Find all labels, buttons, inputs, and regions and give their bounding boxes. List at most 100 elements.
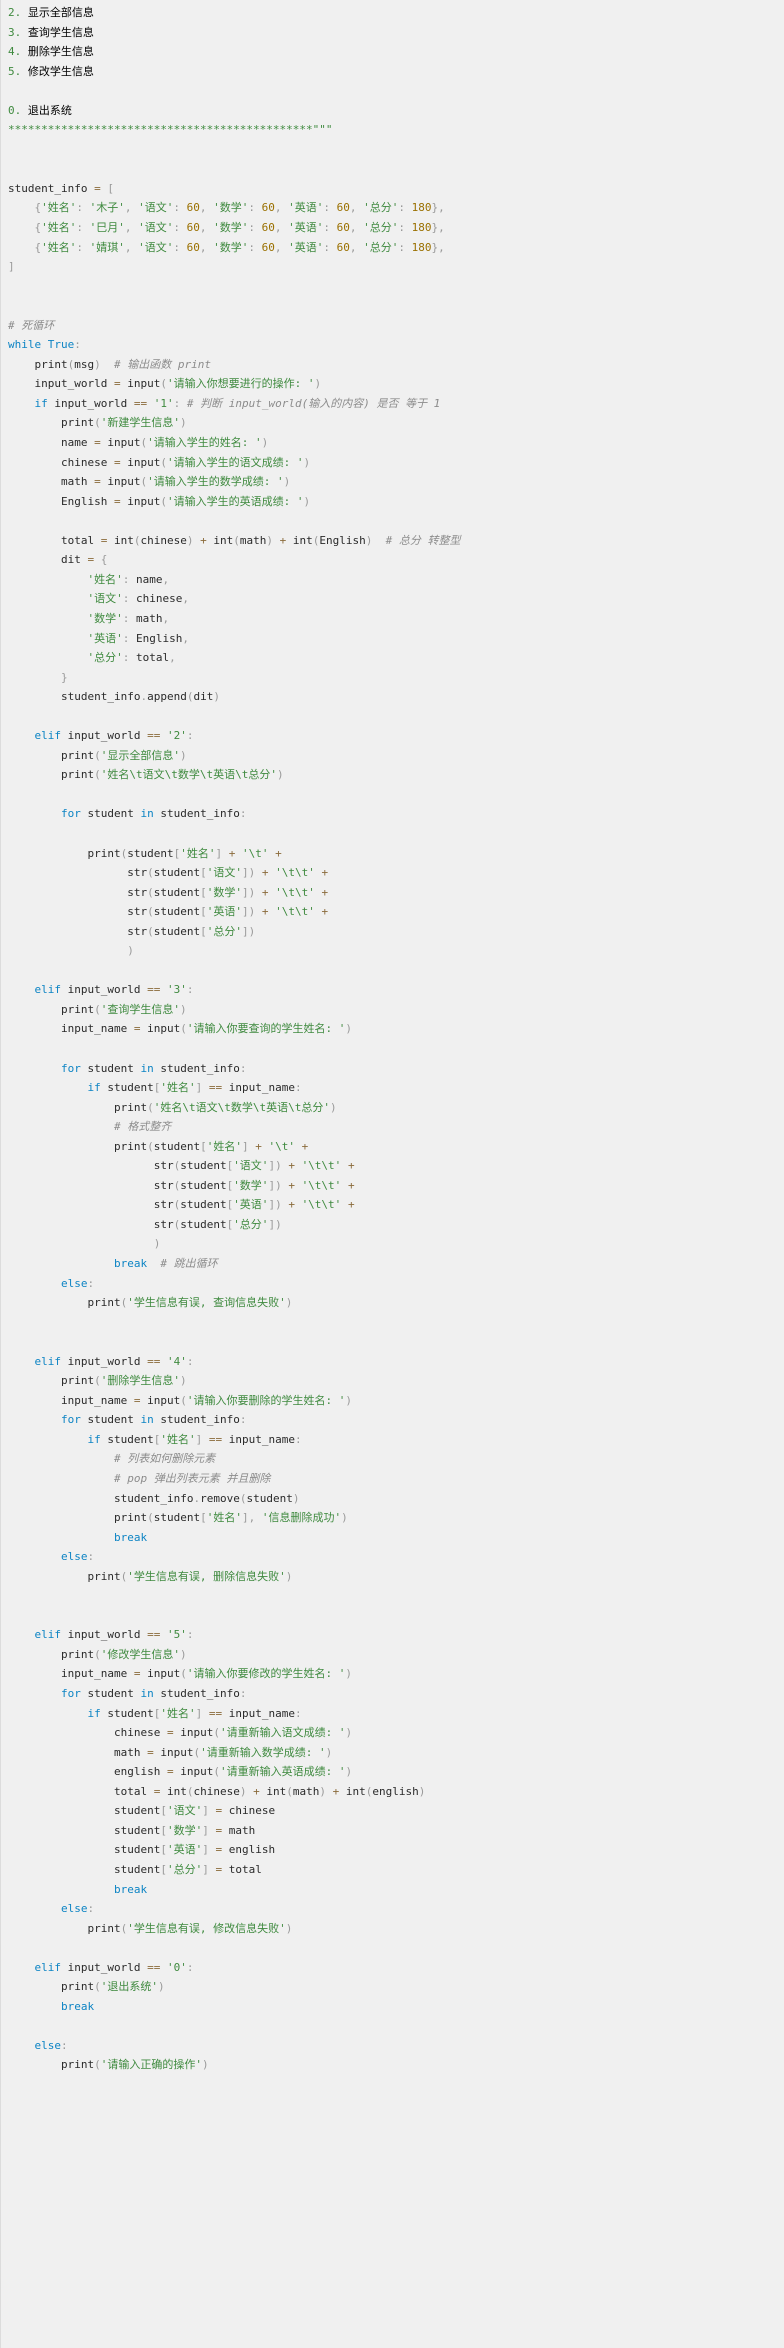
code-line: elif input_world == '2': (34, 729, 194, 743)
code-line: str(student['数学']) + '\t\t' + (153, 1178, 355, 1192)
code-line: input_name = input('请输入你要修改的学生姓名: ') (60, 1667, 352, 1681)
code-line: for student in student_info: (60, 1687, 247, 1701)
code-line: print('修改学生信息') (60, 1647, 187, 1661)
code-line: else: (34, 2038, 68, 2052)
code-line: print('姓名\t语文\t数学\t英语\t总分') (113, 1100, 337, 1114)
code-line: '英语': English, (87, 631, 189, 645)
code-line: elif input_world == '5': (34, 1628, 194, 1642)
code-line: else: (60, 1902, 95, 1916)
code-line: else: (60, 1276, 95, 1290)
editor-left-rule (0, 0, 1, 2348)
code-line: ) (127, 944, 134, 958)
code-line: input_name = input('请输入你要删除的学生姓名: ') (60, 1393, 352, 1407)
code-line: if student['姓名'] == input_name: (87, 1706, 302, 1720)
code-line: print('查询学生信息') (60, 1002, 187, 1016)
code-line: math = input('请重新输入数学成绩: ') (113, 1745, 333, 1759)
code-line: print('姓名\t语文\t数学\t英语\t总分') (60, 768, 284, 782)
code-line: else: (60, 1550, 95, 1564)
code-line: print(msg) # 输出函数 print (34, 357, 211, 371)
code-line: print('请输入正确的操作') (60, 2058, 209, 2072)
code-line: '姓名': name, (87, 572, 170, 586)
code-line: print('学生信息有误, 删除信息失败') (87, 1569, 293, 1583)
code-line: if input_world == '1': # 判断 input_world(… (34, 396, 441, 410)
code-line: for student in student_info: (60, 1413, 247, 1427)
code-line: elif input_world == '0': (34, 1960, 194, 1974)
code-line: student['数学'] = math (113, 1823, 256, 1837)
code-line: '总分': total, (87, 651, 176, 665)
code-line: if student['姓名'] == input_name: (87, 1081, 302, 1095)
code-line: {'姓名': '婧琪', '语文': 60, '数学': 60, '英语': 6… (34, 240, 445, 254)
code-line: str(student['数学']) + '\t\t' + (127, 885, 329, 899)
code-line: input_world = input('请输入你想要进行的操作: ') (34, 377, 322, 391)
code-line: chinese = input('请输入学生的语文成绩: ') (60, 455, 311, 469)
code-line: # 死循环 (8, 318, 55, 332)
code-line: {'姓名': '木子', '语文': 60, '数学': 60, '英语': 6… (34, 201, 445, 215)
code-line: # 格式整齐 (113, 1120, 172, 1134)
code-line: break (113, 1882, 148, 1896)
code-line: student['语文'] = chinese (113, 1804, 276, 1818)
code-line: break # 跳出循环 (113, 1257, 218, 1270)
code-line: math = input('请输入学生的数学成绩: ') (60, 475, 291, 489)
code-line: if student['姓名'] == input_name: (87, 1432, 302, 1446)
code-line: student['英语'] = english (113, 1843, 276, 1857)
code-line: str(student['语文']) + '\t\t' + (153, 1159, 355, 1173)
code-line: str(student['英语']) + '\t\t' + (127, 905, 329, 919)
code-line: chinese = input('请重新输入语文成绩: ') (113, 1726, 353, 1740)
code-line: print('删除学生信息') (60, 1374, 187, 1388)
code-line: '数学': math, (87, 611, 170, 625)
code-line: for student in student_info: (60, 807, 247, 821)
code-line: 0. 退出系统 (8, 103, 72, 117)
code-line: english = input('请重新输入英语成绩: ') (113, 1765, 353, 1779)
code-line: print('学生信息有误, 修改信息失败') (87, 1921, 293, 1935)
code-line: ) (153, 1237, 161, 1251)
code-line: student_info = [ (8, 181, 114, 195)
code-line: total = int(chinese) + int(math) + int(e… (113, 1784, 426, 1798)
code-line: 4. 删除学生信息 (8, 45, 94, 59)
code-line: break (113, 1530, 148, 1544)
code-line: for student in student_info: (60, 1061, 247, 1075)
code-line: total = int(chinese) + int(math) + int(E… (60, 533, 461, 547)
code-line: {'姓名': '巳月', '语文': 60, '数学': 60, '英语': 6… (34, 221, 445, 235)
code-line: print(student['姓名'] + '\t' + (87, 846, 282, 860)
code-line: str(student['总分']) (127, 924, 256, 938)
code-line: print('显示全部信息') (60, 748, 187, 762)
code-line: 5. 修改学生信息 (8, 64, 94, 78)
code-line: 2. 显示全部信息 (8, 6, 94, 19)
code-line: 3. 查询学生信息 (8, 25, 94, 39)
code-line: student_info.remove(student) (113, 1491, 300, 1505)
code-line: break (60, 1999, 95, 2013)
code-line: name = input('请输入学生的姓名: ') (60, 436, 269, 450)
code-line: elif input_world == '4': (34, 1354, 194, 1368)
code-lines-container: 2. 显示全部信息 3. 查询学生信息 4. 删除学生信息 5. 修改学生信息 0. … (0, 0, 784, 2075)
code-line: print(student['姓名'] + '\t' + (113, 1139, 309, 1153)
code-line: dit = { (60, 553, 108, 567)
code-line: str(student['总分']) (153, 1217, 282, 1231)
code-line: student['总分'] = total (113, 1862, 262, 1876)
code-line: English = input('请输入学生的英语成绩: ') (60, 494, 311, 508)
code-line: input_name = input('请输入你要查询的学生姓名: ') (60, 1022, 352, 1036)
code-line: # pop 弹出列表元素 并且删除 (113, 1472, 271, 1486)
code-line: # 列表如何删除元素 (113, 1452, 216, 1466)
code-line: print('学生信息有误, 查询信息失败') (87, 1296, 293, 1310)
code-line: elif input_world == '3': (34, 983, 194, 997)
code-line: ] (8, 260, 15, 274)
code-line: student_info.append(dit) (60, 690, 220, 704)
code-line: str(student['英语']) + '\t\t' + (153, 1198, 355, 1212)
code-line: str(student['语文']) + '\t\t' + (127, 866, 329, 880)
code-line: print('退出系统') (60, 1980, 165, 1994)
code-line: ****************************************… (8, 123, 333, 137)
